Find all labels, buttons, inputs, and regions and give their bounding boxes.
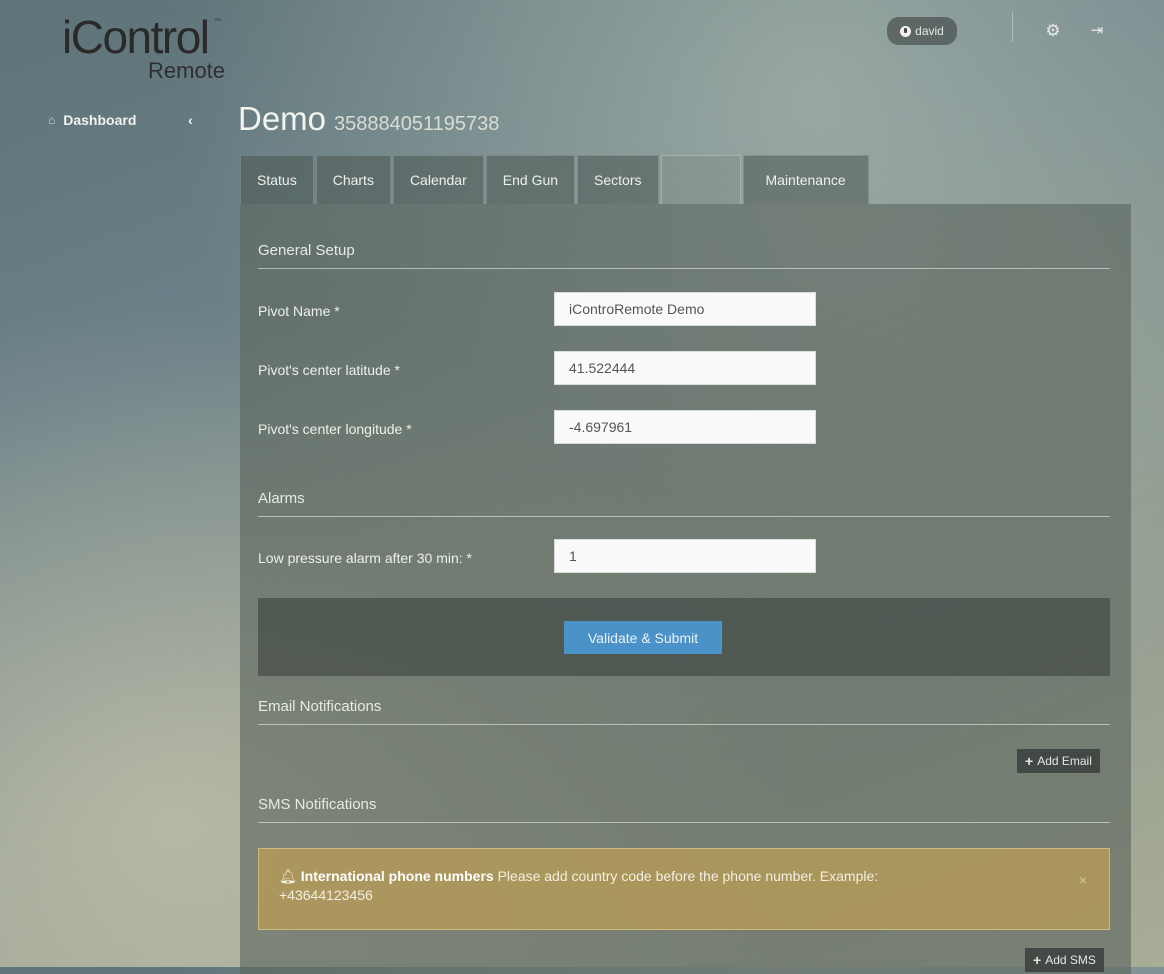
user-icon	[900, 25, 912, 37]
email-notifications-title: Email Notifications	[258, 698, 382, 715]
low-pressure-label: Low pressure alarm after 30 min: *	[258, 550, 472, 566]
longitude-label: Pivot's center longitude *	[258, 421, 412, 437]
divider	[258, 516, 1110, 517]
pivot-name-input[interactable]	[554, 292, 816, 326]
tab-maintenance[interactable]: Maintenance	[742, 155, 869, 204]
tab-calendar[interactable]: Calendar	[392, 155, 484, 204]
settings-panel: General Setup Pivot Name * Pivot's cente…	[240, 204, 1131, 974]
tab-end-gun[interactable]: End Gun	[485, 155, 576, 204]
divider	[258, 724, 1110, 725]
logout-icon[interactable]: ⇥	[1086, 20, 1108, 42]
close-icon[interactable]: ×	[1079, 871, 1087, 890]
add-sms-button[interactable]: + Add SMS	[1025, 948, 1104, 972]
dashboard-link[interactable]: ⌂ Dashboard	[48, 112, 136, 128]
tab-sectors[interactable]: Sectors	[577, 155, 659, 204]
alarms-title: Alarms	[258, 490, 305, 507]
sms-notifications-title: SMS Notifications	[258, 796, 377, 813]
home-icon: ⌂	[48, 113, 56, 127]
pivot-name-label: Pivot Name *	[258, 303, 340, 319]
logo-trademark: ™	[214, 18, 221, 25]
device-serial: 358884051195738	[334, 113, 500, 135]
gear-icon[interactable]: ⚙	[1043, 21, 1063, 41]
plus-icon: +	[1025, 753, 1034, 769]
user-name: david	[915, 24, 944, 38]
add-email-button[interactable]: + Add Email	[1017, 749, 1100, 773]
alert-text: Please add country code before the phone…	[497, 868, 879, 884]
dashboard-label: Dashboard	[63, 112, 137, 128]
logo-sub-text: Remote	[148, 58, 226, 83]
bell-icon: 🔔︎	[279, 868, 297, 884]
tab-charts[interactable]: Charts	[315, 155, 391, 204]
sms-info-alert: 🔔︎ International phone numbers Please add…	[258, 848, 1110, 930]
user-menu-button[interactable]: david	[887, 17, 957, 45]
divider	[258, 822, 1110, 823]
header-divider	[1012, 12, 1013, 42]
divider	[258, 268, 1110, 269]
tab-bar: Status Charts Calendar End Gun Sectors M…	[240, 155, 871, 205]
logo: iControl ™ Remote	[62, 14, 232, 86]
longitude-input[interactable]	[554, 410, 816, 444]
form-actions: Validate & Submit	[258, 598, 1110, 676]
page-title-text: Demo	[238, 100, 327, 137]
validate-submit-button[interactable]: Validate & Submit	[564, 621, 722, 654]
low-pressure-input[interactable]	[554, 539, 816, 573]
general-setup-title: General Setup	[258, 242, 355, 259]
add-email-label: Add Email	[1037, 754, 1092, 768]
page-title: Demo 358884051195738	[238, 102, 499, 135]
latitude-input[interactable]	[554, 351, 816, 385]
alert-heading: International phone numbers	[300, 868, 494, 884]
logo-main-text: iControl	[62, 11, 210, 63]
plus-icon: +	[1033, 952, 1042, 968]
tab-status[interactable]: Status	[240, 155, 314, 204]
latitude-label: Pivot's center latitude *	[258, 362, 400, 378]
alert-example: +43644123456	[279, 887, 373, 903]
chevron-left-icon[interactable]: ‹	[188, 112, 193, 128]
add-sms-label: Add SMS	[1045, 953, 1096, 967]
tab-settings[interactable]	[660, 155, 741, 204]
